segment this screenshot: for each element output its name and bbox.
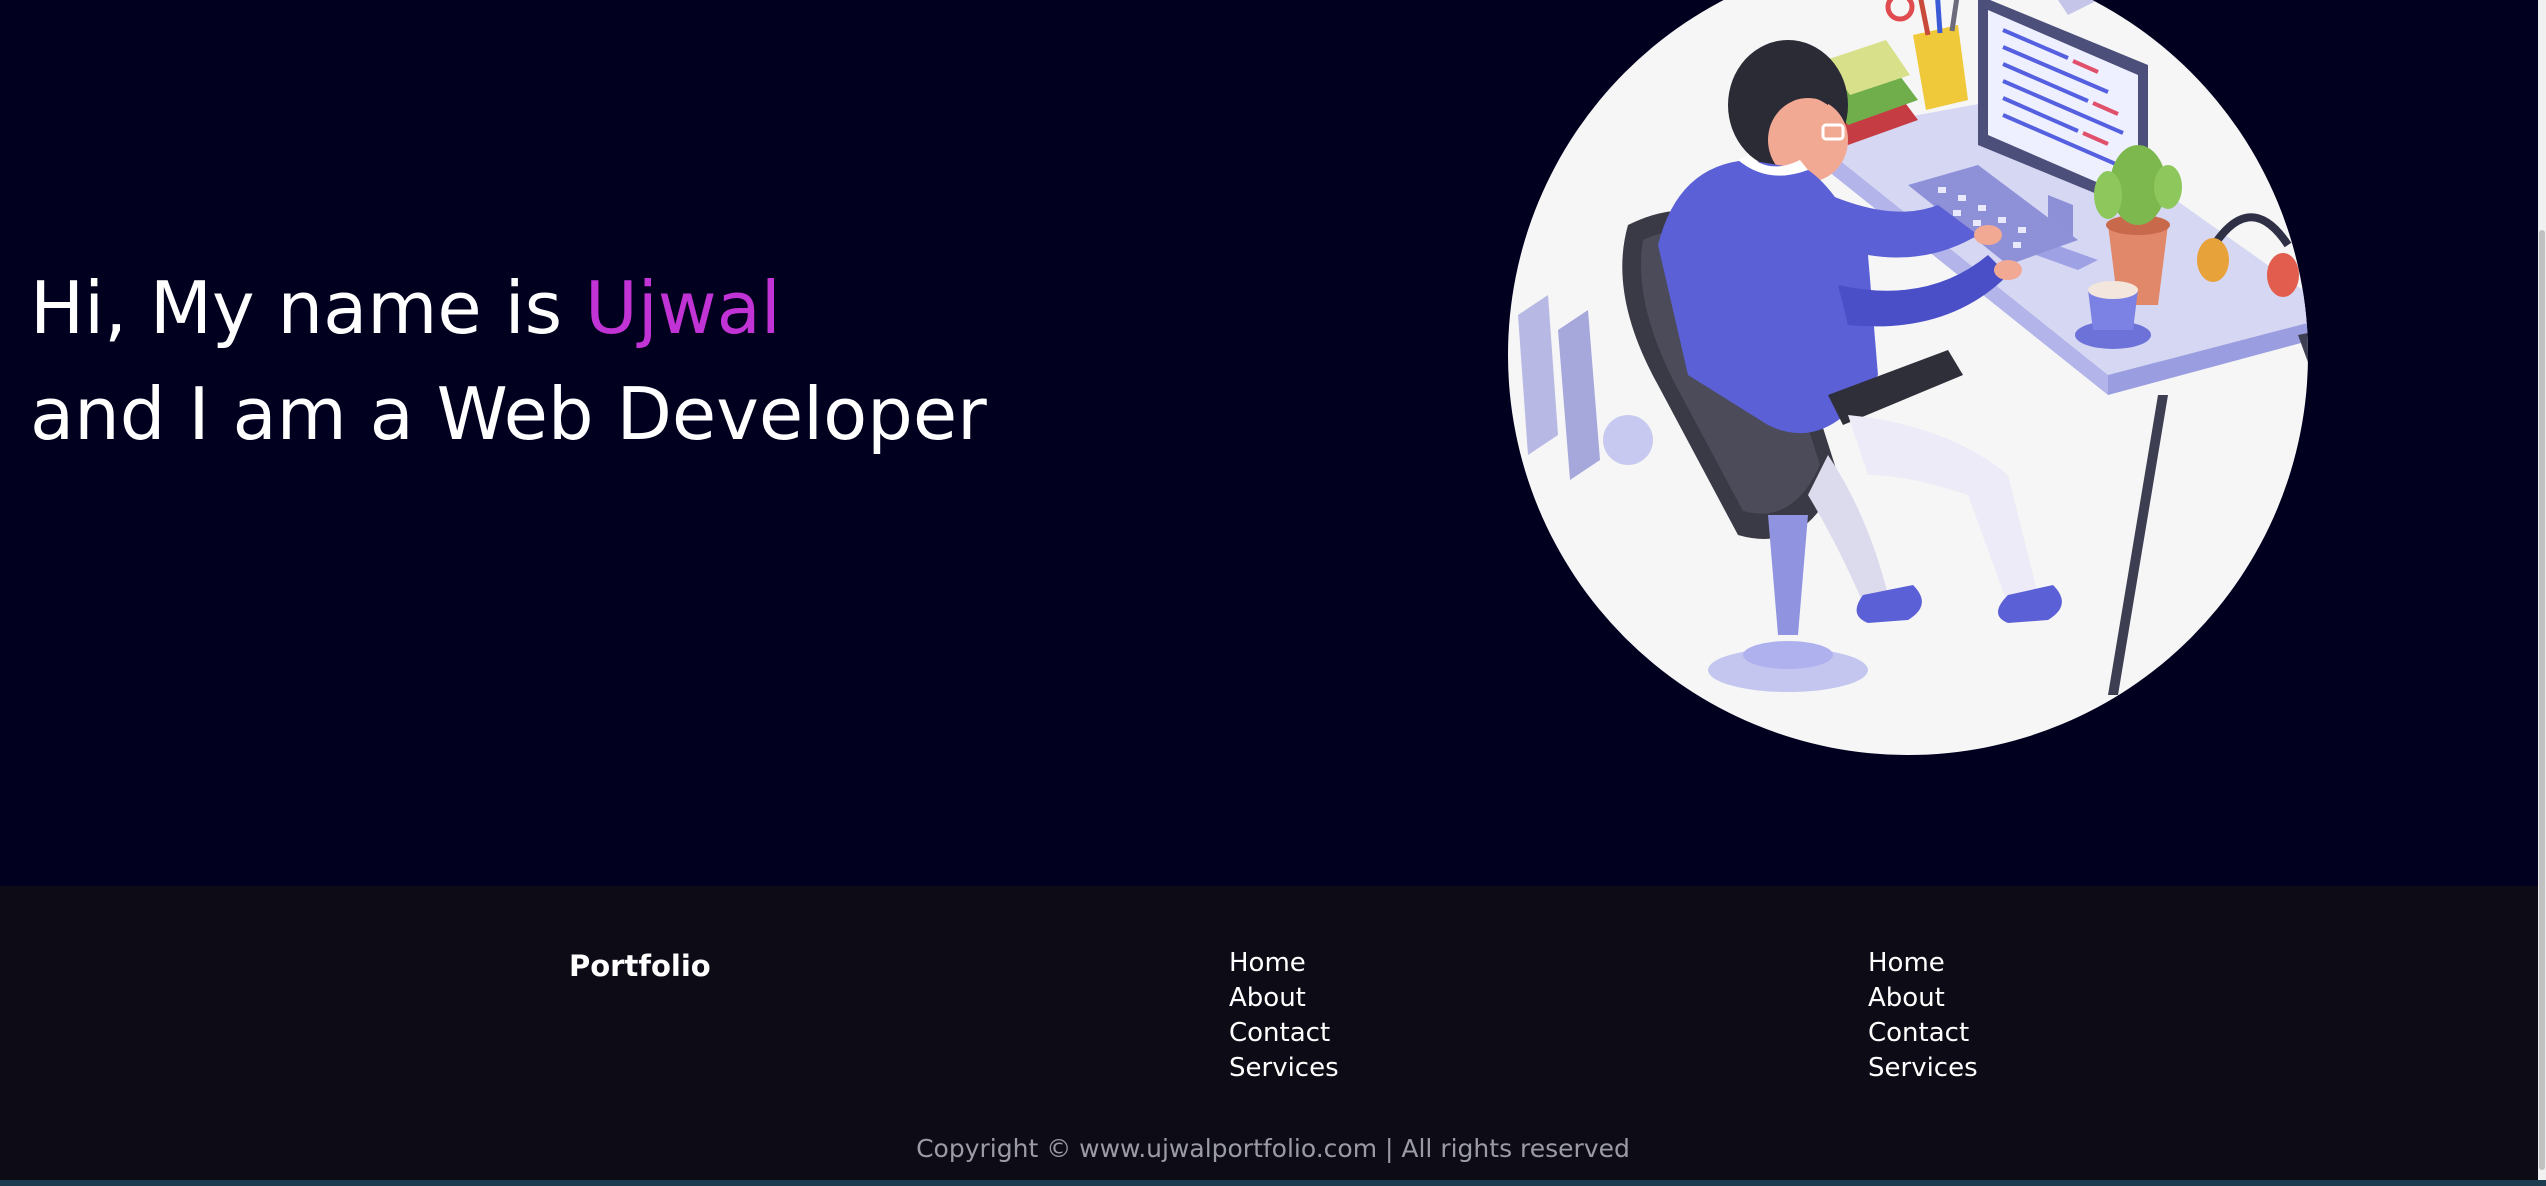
- footer-link-services[interactable]: Services: [1229, 1051, 1339, 1086]
- footer-link-home[interactable]: Home: [1229, 946, 1339, 981]
- footer-brand[interactable]: Portfolio: [569, 946, 711, 986]
- footer-link-contact[interactable]: Contact: [1868, 1016, 1978, 1051]
- hero-section: Hi, My name is Ujwal and I am a Web Deve…: [0, 0, 2546, 886]
- hero-greeting: Hi, My name is: [30, 266, 586, 350]
- footer: Portfolio Home About Contact Services Ho…: [0, 886, 2546, 1180]
- hero-name: Ujwal: [585, 266, 781, 350]
- footer-link-about[interactable]: About: [1229, 981, 1339, 1016]
- copyright-text: Copyright © www.ujwalportfolio.com | All…: [916, 1134, 1630, 1163]
- footer-links-col2: Home About Contact Services: [1868, 946, 1978, 1086]
- footer-link-home[interactable]: Home: [1868, 946, 1978, 981]
- page: Hi, My name is Ujwal and I am a Web Deve…: [0, 0, 2546, 1186]
- vertical-scrollbar[interactable]: [2538, 0, 2546, 1180]
- footer-links-col1: Home About Contact Services: [1229, 946, 1339, 1086]
- hero-subtitle: and I am a Web Developer: [30, 372, 987, 456]
- footer-link-services[interactable]: Services: [1868, 1051, 1978, 1086]
- hero-line-1: Hi, My name is Ujwal: [30, 255, 987, 361]
- footer-link-contact[interactable]: Contact: [1229, 1016, 1339, 1051]
- hero-heading: Hi, My name is Ujwal and I am a Web Deve…: [30, 255, 987, 467]
- window-bottom-edge: [0, 1180, 2546, 1186]
- scrollbar-thumb[interactable]: [2539, 230, 2545, 1170]
- footer-link-about[interactable]: About: [1868, 981, 1978, 1016]
- developer-at-desk-illustration: [1508, 0, 2308, 755]
